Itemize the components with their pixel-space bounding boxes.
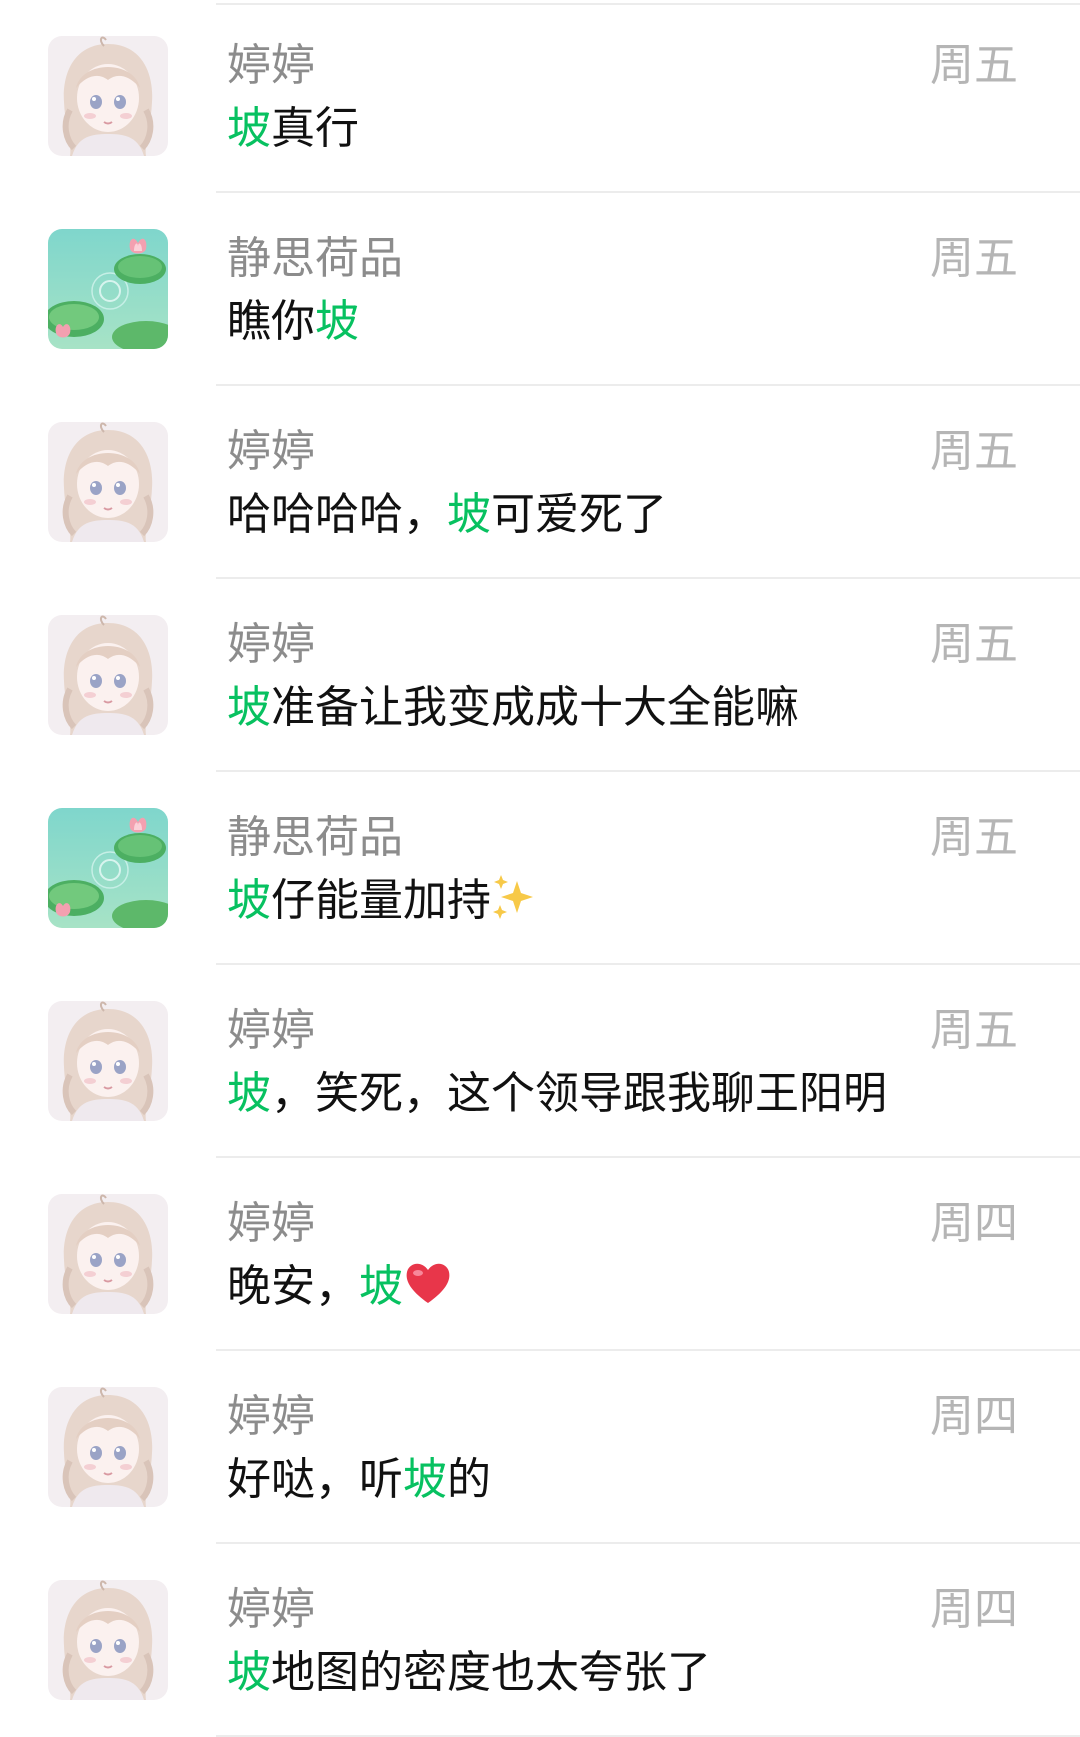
sender-name: 婷婷 (227, 1005, 315, 1056)
message-time: 周五 (930, 1005, 1018, 1056)
message-text: 好哒，听 (227, 1454, 403, 1505)
message-time: 周五 (930, 233, 1018, 284)
sender-name: 婷婷 (227, 1391, 315, 1442)
message-time: 周四 (930, 1391, 1018, 1442)
lotus-avatar (48, 808, 168, 928)
chat-result-item[interactable]: 婷婷 周四 坡地图的密度也太夸张了 (0, 1544, 1080, 1737)
chat-search-results-list: 婷婷 周五 坡真行 静思荷品 周五 瞧你坡 婷婷 周五 哈哈哈哈，坡可爱死了 婷… (0, 0, 1080, 1737)
message-time: 周五 (930, 40, 1018, 91)
highlighted-keyword: 坡 (403, 1454, 447, 1505)
message-text: 晚安， (227, 1261, 359, 1312)
message-preview: 瞧你坡 (227, 293, 359, 351)
sender-name: 婷婷 (227, 1198, 315, 1249)
highlighted-keyword: 坡 (227, 1068, 271, 1119)
highlighted-keyword: 坡 (447, 489, 491, 540)
message-text: 瞧你 (227, 296, 315, 347)
chat-result-item[interactable]: 婷婷 周五 坡真行 (0, 0, 1080, 193)
message-preview: 坡仔能量加持 (227, 872, 539, 936)
message-preview: 坡真行 (227, 100, 359, 158)
message-preview: 坡准备让我变成成十大全能嘛 (227, 679, 799, 737)
highlighted-keyword: 坡 (227, 875, 271, 926)
sender-name: 静思荷品 (227, 812, 403, 863)
message-time: 周四 (930, 1198, 1018, 1249)
chat-result-item[interactable]: 婷婷 周四 好哒，听坡的 (0, 1351, 1080, 1544)
girl-avatar (48, 1580, 168, 1700)
girl-avatar (48, 36, 168, 156)
chat-result-item[interactable]: 婷婷 周四 晚安，坡 (0, 1158, 1080, 1351)
lotus-avatar (48, 229, 168, 349)
sender-name: 婷婷 (227, 40, 315, 91)
highlighted-keyword: 坡 (227, 682, 271, 733)
message-text: 准备让我变成成十大全能嘛 (271, 682, 799, 733)
message-text: ，笑死，这个领导跟我聊王阳明 (271, 1068, 887, 1119)
girl-avatar (48, 615, 168, 735)
girl-avatar (48, 1387, 168, 1507)
message-text: 地图的密度也太夸张了 (271, 1647, 711, 1698)
sender-name: 婷婷 (227, 619, 315, 670)
sender-name: 婷婷 (227, 1584, 315, 1635)
message-text: 仔能量加持 (271, 875, 491, 926)
message-time: 周五 (930, 619, 1018, 670)
chat-result-item[interactable]: 静思荷品 周五 瞧你坡 (0, 193, 1080, 386)
highlighted-keyword: 坡 (359, 1261, 403, 1312)
girl-avatar (48, 1001, 168, 1121)
message-time: 周五 (930, 426, 1018, 477)
message-text: 的 (447, 1454, 491, 1505)
girl-avatar (48, 1194, 168, 1314)
highlighted-keyword: 坡 (227, 103, 271, 154)
message-preview: 好哒，听坡的 (227, 1451, 491, 1509)
message-preview: 坡，笑死，这个领导跟我聊王阳明 (227, 1065, 887, 1123)
highlighted-keyword: 坡 (227, 1647, 271, 1698)
red-heart-icon (403, 1259, 453, 1322)
result-rows: 婷婷 周五 坡真行 静思荷品 周五 瞧你坡 婷婷 周五 哈哈哈哈，坡可爱死了 婷… (0, 0, 1080, 1737)
message-text: 哈哈哈哈， (227, 489, 447, 540)
highlighted-keyword: 坡 (315, 296, 359, 347)
chat-result-item[interactable]: 婷婷 周五 哈哈哈哈，坡可爱死了 (0, 386, 1080, 579)
message-preview: 哈哈哈哈，坡可爱死了 (227, 486, 667, 544)
message-time: 周五 (930, 812, 1018, 863)
sender-name: 婷婷 (227, 426, 315, 477)
message-text: 真行 (271, 103, 359, 154)
sparkles-icon (491, 873, 539, 936)
message-preview: 晚安，坡 (227, 1258, 453, 1322)
message-time: 周四 (930, 1584, 1018, 1635)
chat-result-item[interactable]: 婷婷 周五 坡准备让我变成成十大全能嘛 (0, 579, 1080, 772)
message-preview: 坡地图的密度也太夸张了 (227, 1644, 711, 1702)
girl-avatar (48, 422, 168, 542)
message-text: 可爱死了 (491, 489, 667, 540)
sender-name: 静思荷品 (227, 233, 403, 284)
chat-result-item[interactable]: 静思荷品 周五 坡仔能量加持 (0, 772, 1080, 965)
chat-result-item[interactable]: 婷婷 周五 坡，笑死，这个领导跟我聊王阳明 (0, 965, 1080, 1158)
